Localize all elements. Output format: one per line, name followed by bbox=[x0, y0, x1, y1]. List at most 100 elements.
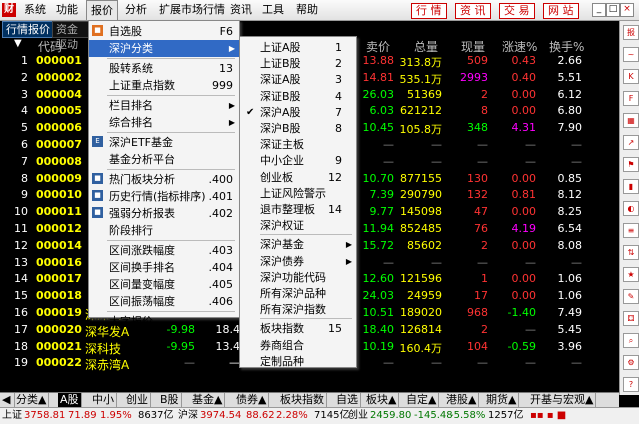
tab-fund[interactable]: 基金▲ bbox=[190, 393, 226, 407]
menu-function[interactable]: 功能 bbox=[52, 0, 82, 20]
category-menu-item[interactable]: 深证A股 3 bbox=[240, 71, 356, 88]
quote-menu-item[interactable]: 基金分析平台 bbox=[89, 151, 239, 168]
dice-icon[interactable]: ⚃ bbox=[623, 311, 639, 326]
quote-menu-item[interactable]: 区间量变幅度 .405 bbox=[89, 276, 239, 293]
kline-icon[interactable]: K bbox=[623, 69, 639, 84]
tab-chinext[interactable]: 创业 bbox=[124, 393, 151, 407]
quote-menu-item[interactable]: 上证重点指数 999 bbox=[89, 77, 239, 94]
category-menu-item[interactable]: 上证B股 2 bbox=[240, 55, 356, 72]
header-volume[interactable]: 总量 bbox=[414, 38, 438, 54]
quote-menu-item[interactable]: 股转系统 13 bbox=[89, 60, 239, 77]
category-menu-item[interactable]: 所有深沪品种 bbox=[240, 285, 356, 302]
quote-menu-item[interactable]: 区间涨跌幅度 .403 bbox=[89, 242, 239, 259]
cy-percent: -5.58% bbox=[450, 410, 486, 421]
menu-system[interactable]: 系统 bbox=[20, 0, 50, 20]
settings-icon[interactable]: ⚙ bbox=[623, 355, 639, 370]
menu-info[interactable]: 资讯 bbox=[226, 0, 256, 20]
website-button[interactable]: 网 站 bbox=[543, 3, 579, 19]
category-menu-item[interactable]: 深证主板 bbox=[240, 136, 356, 153]
analysis-icon[interactable]: ◐ bbox=[623, 201, 639, 216]
category-menu-item[interactable]: 深沪债券 ▶ bbox=[240, 253, 356, 270]
menu-extended-market[interactable]: 扩展市场行情 bbox=[155, 0, 229, 20]
quote-menu-item[interactable]: 阶段排行 bbox=[89, 222, 239, 239]
tab-capital-flow[interactable]: 资金驱动 bbox=[52, 21, 90, 51]
tab-sme[interactable]: 中小 bbox=[90, 393, 117, 407]
star-sidebar-icon[interactable]: ★ bbox=[623, 267, 639, 282]
sell-price: 18.40 bbox=[362, 322, 395, 336]
tab-funds-macro[interactable]: 开基与宏观▲ bbox=[528, 393, 597, 407]
row-number: 9 bbox=[21, 188, 28, 202]
trend-icon[interactable]: ↗ bbox=[623, 135, 639, 150]
category-menu-item[interactable]: 深证B股 4 bbox=[240, 88, 356, 105]
category-menu-item[interactable]: 上证风险警示 bbox=[240, 185, 356, 202]
category-menu-item[interactable]: 券商组合 bbox=[240, 337, 356, 354]
quote-menu-item[interactable]: 综合排名 ▶ bbox=[89, 114, 239, 131]
category-menu-item[interactable]: 所有深沪指数 bbox=[240, 301, 356, 318]
compare-icon[interactable]: ⇅ bbox=[623, 245, 639, 260]
category-menu-item[interactable]: 上证A股 1 bbox=[240, 39, 356, 56]
flag-icon[interactable]: ⚑ bbox=[623, 157, 639, 172]
tools-icon[interactable]: ✎ bbox=[623, 289, 639, 304]
category-menu-item[interactable]: 深沪B股 8 bbox=[240, 120, 356, 137]
quote-button[interactable]: 行 情 bbox=[411, 3, 447, 19]
quote-menu-item[interactable]: 区间换手排名 .404 bbox=[89, 259, 239, 276]
category-menu-item[interactable]: 创业板 12 bbox=[240, 169, 356, 186]
quote-icon[interactable]: 报 bbox=[623, 25, 639, 40]
category-menu-item[interactable]: 退市整理板 14 bbox=[240, 201, 356, 218]
maximize-icon[interactable]: □ bbox=[606, 3, 620, 17]
quote-menu-item[interactable]: 栏目排名 ▶ bbox=[89, 97, 239, 114]
category-menu-item[interactable]: 深沪功能代码 bbox=[240, 269, 356, 286]
tab-futures[interactable]: 期货▲ bbox=[484, 393, 520, 407]
quote-menu-item[interactable]: ■ 历史行情(指标排序) .401 bbox=[89, 188, 239, 205]
tab-custom[interactable]: 自定▲ bbox=[404, 393, 440, 407]
tab-a-share[interactable]: A股 bbox=[58, 393, 82, 407]
quote-menu-item[interactable]: ■ 热门板块分析 .400 bbox=[89, 171, 239, 188]
header-current-volume[interactable]: 现量 bbox=[461, 38, 485, 54]
quote-menu-item[interactable]: ■ 自选股 F6 bbox=[89, 23, 239, 40]
search-icon[interactable]: ⌕ bbox=[623, 333, 639, 348]
sell-price: 7.39 bbox=[369, 188, 395, 202]
info-button[interactable]: 资 讯 bbox=[455, 3, 491, 19]
bar-chart-icon[interactable]: ▮ bbox=[623, 179, 639, 194]
quote-menu-item[interactable]: 深沪分类 ▶ bbox=[89, 40, 239, 57]
news-icon[interactable]: F bbox=[623, 91, 639, 106]
speed-percent: -1.40 bbox=[507, 306, 536, 319]
prev-tab-icon[interactable]: ◀ bbox=[0, 393, 15, 407]
chart-icon[interactable]: ~ bbox=[623, 47, 639, 62]
header-speed[interactable]: 涨速% bbox=[502, 38, 537, 54]
trade-button[interactable]: 交 易 bbox=[499, 3, 535, 19]
help-icon[interactable]: ? bbox=[623, 377, 639, 392]
tab-b-share[interactable]: B股 bbox=[158, 393, 182, 407]
header-code[interactable]: 代码 bbox=[38, 38, 62, 54]
category-menu-item[interactable]: 深沪基金 ▶ bbox=[240, 236, 356, 253]
list-icon[interactable]: ≡ bbox=[623, 223, 639, 238]
category-menu-item[interactable]: ✔ 深沪A股 7 bbox=[240, 104, 356, 121]
sort-marker[interactable]: ▼ bbox=[14, 38, 22, 53]
category-menu-item[interactable]: 中小企业 9 bbox=[240, 152, 356, 169]
menu-tools[interactable]: 工具 bbox=[258, 0, 288, 20]
tab-hk[interactable]: 港股▲ bbox=[444, 393, 480, 407]
tab-bond[interactable]: 债券▲ bbox=[234, 393, 270, 407]
menu-quote[interactable]: 报价 bbox=[86, 0, 118, 20]
category-menu-item[interactable]: 定制品种 bbox=[240, 353, 356, 370]
tab-sector[interactable]: 板块▲ bbox=[364, 393, 400, 407]
menu-analysis[interactable]: 分析 bbox=[121, 0, 151, 20]
quote-menu-item[interactable]: 大字报价 bbox=[89, 313, 239, 330]
tab-watchlist[interactable]: 自选 bbox=[334, 393, 361, 407]
tab-quotes[interactable]: 行情报价 bbox=[2, 21, 54, 38]
menu-item-label: 历史行情(指标排序) bbox=[109, 190, 206, 203]
menu-help[interactable]: 帮助 bbox=[292, 0, 322, 20]
turnover-percent: 1.06 bbox=[557, 289, 583, 303]
header-sell[interactable]: 卖价 bbox=[366, 38, 390, 54]
quote-menu-item[interactable]: ■ 强弱分析报表 .402 bbox=[89, 205, 239, 222]
grid-icon[interactable]: ▦ bbox=[623, 113, 639, 128]
quote-menu-item[interactable]: 区间振荡幅度 .406 bbox=[89, 293, 239, 310]
tab-sector-index[interactable]: 板块指数 bbox=[278, 393, 327, 407]
minimize-icon[interactable]: _ bbox=[592, 3, 606, 17]
category-menu-item[interactable]: 板块指数 15 bbox=[240, 320, 356, 337]
close-icon[interactable]: × bbox=[620, 3, 634, 17]
quote-menu-item[interactable]: E 深沪ETF基金 bbox=[89, 134, 239, 151]
header-turnover[interactable]: 换手% bbox=[549, 38, 584, 54]
category-menu-item[interactable]: 深沪权证 bbox=[240, 217, 356, 234]
tab-category[interactable]: 分类▲ bbox=[14, 393, 50, 407]
